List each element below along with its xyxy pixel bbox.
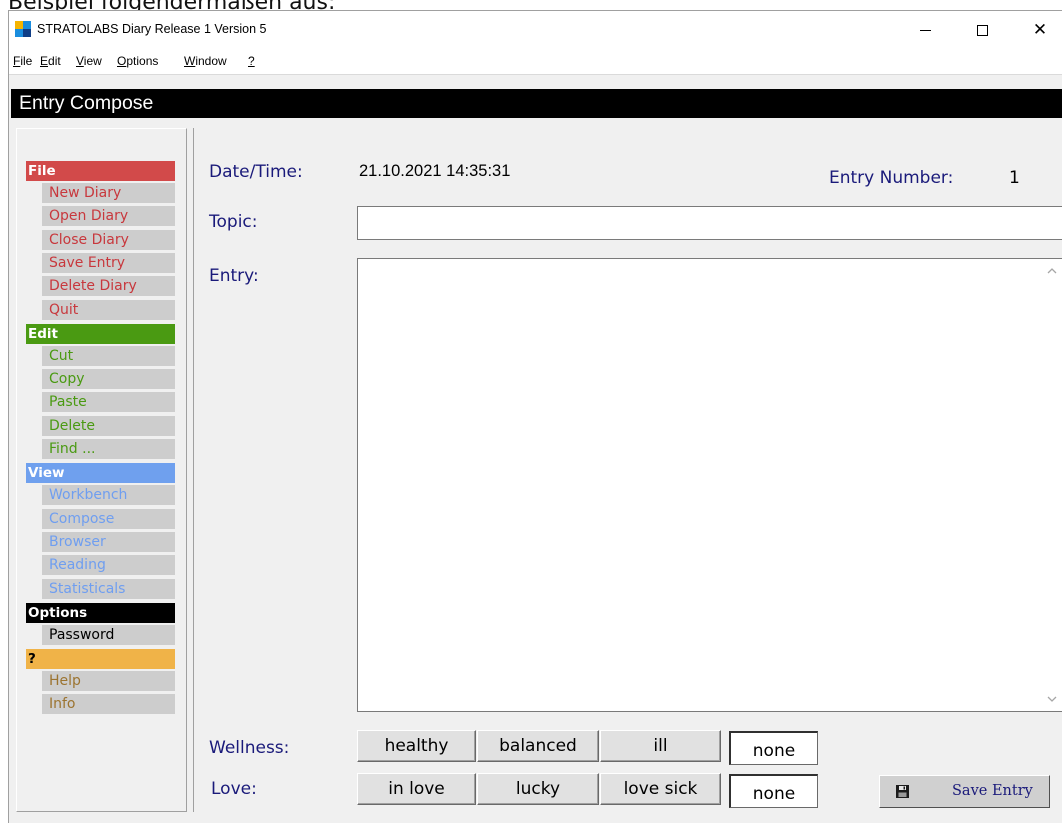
wellness-balanced-button[interactable]: balanced [477, 730, 599, 762]
entry-text [358, 259, 1062, 271]
datetime-value: 21.10.2021 14:35:31 [359, 162, 511, 180]
wellness-ill-button[interactable]: ill [600, 730, 721, 762]
entry-label: Entry: [209, 266, 259, 286]
floppy-disk-icon [896, 785, 909, 798]
section-title: Entry Compose [19, 92, 154, 114]
sidebar-group-help: ? [26, 649, 175, 670]
chevron-up-icon[interactable] [1046, 266, 1058, 276]
sidebar-item-delete-diary[interactable]: Delete Diary [42, 276, 175, 297]
topic-input[interactable] [357, 206, 1062, 240]
topic-label: Topic: [209, 212, 258, 232]
menu-file[interactable]: File [13, 54, 32, 68]
save-entry-button[interactable]: Save Entry [879, 775, 1050, 808]
datetime-label: Date/Time: [209, 162, 303, 182]
sidebar-item-close-diary[interactable]: Close Diary [42, 229, 175, 250]
save-entry-label: Save Entry [952, 783, 1033, 799]
wellness-none-button[interactable]: none [729, 731, 818, 765]
stratolabs-logo-icon [15, 21, 31, 37]
sidebar-item-copy[interactable]: Copy [42, 369, 175, 390]
wellness-label: Wellness: [209, 738, 290, 758]
title-bar: STRATOLABS Diary Release 1 Version 5 ✕ [9, 11, 1062, 49]
sidebar-group-edit: Edit [26, 323, 175, 344]
sidebar-item-new-diary[interactable]: New Diary [42, 183, 175, 203]
sidebar-group-file: File [26, 161, 175, 181]
sidebar-item-browser[interactable]: Browser [42, 531, 175, 552]
love-label: Love: [211, 779, 257, 799]
sidebar-group-view: View [26, 463, 175, 484]
chevron-down-icon[interactable] [1046, 694, 1058, 704]
entry-number-label: Entry Number: [829, 168, 954, 188]
sidebar-item-help[interactable]: Help [42, 671, 175, 692]
minimize-button[interactable] [902, 11, 948, 49]
sidebar-item-reading[interactable]: Reading [42, 555, 175, 576]
close-icon: ✕ [1032, 19, 1048, 40]
menu-bar: File Edit View Options Window ? [9, 49, 1062, 75]
love-none-button[interactable]: none [729, 774, 818, 808]
sidebar-item-find[interactable]: Find ... [42, 439, 175, 459]
window-title: STRATOLABS Diary Release 1 Version 5 [37, 22, 267, 36]
minimize-icon [919, 29, 931, 31]
menu-edit[interactable]: Edit [40, 54, 61, 68]
sidebar-item-quit[interactable]: Quit [42, 299, 175, 320]
maximize-button[interactable] [959, 11, 1005, 49]
menu-help[interactable]: ? [248, 54, 255, 68]
sidebar-item-password[interactable]: Password [42, 624, 175, 645]
entry-textarea[interactable] [357, 258, 1062, 712]
entry-number-value: 1 [1009, 168, 1020, 188]
sidebar: File New Diary Open Diary Close Diary Save E… [16, 128, 187, 812]
love-in-love-button[interactable]: in love [357, 773, 476, 805]
sidebar-item-open-diary[interactable]: Open Diary [42, 206, 175, 227]
sidebar-item-compose[interactable]: Compose [42, 508, 175, 529]
menu-window[interactable]: Window [184, 54, 227, 68]
sidebar-item-info[interactable]: Info [42, 694, 175, 715]
love-sick-button[interactable]: love sick [600, 773, 721, 805]
app-window: STRATOLABS Diary Release 1 Version 5 ✕ F… [8, 10, 1062, 823]
wellness-healthy-button[interactable]: healthy [357, 730, 476, 762]
sidebar-item-workbench[interactable]: Workbench [42, 485, 175, 506]
close-button[interactable]: ✕ [1017, 11, 1062, 49]
maximize-icon [976, 24, 988, 36]
love-lucky-button[interactable]: lucky [477, 773, 599, 805]
sidebar-item-cut[interactable]: Cut [42, 345, 175, 366]
compose-panel: Date/Time: 21.10.2021 14:35:31 Entry Num… [193, 128, 1062, 812]
sidebar-item-paste[interactable]: Paste [42, 392, 175, 413]
section-header: Entry Compose [11, 89, 1062, 118]
sidebar-item-delete[interactable]: Delete [42, 415, 175, 436]
sidebar-item-save-entry[interactable]: Save Entry [42, 252, 175, 273]
menu-view[interactable]: View [76, 54, 102, 68]
sidebar-item-statisticals[interactable]: Statisticals [42, 578, 175, 599]
menu-options[interactable]: Options [117, 54, 158, 68]
sidebar-group-options: Options [26, 602, 175, 623]
